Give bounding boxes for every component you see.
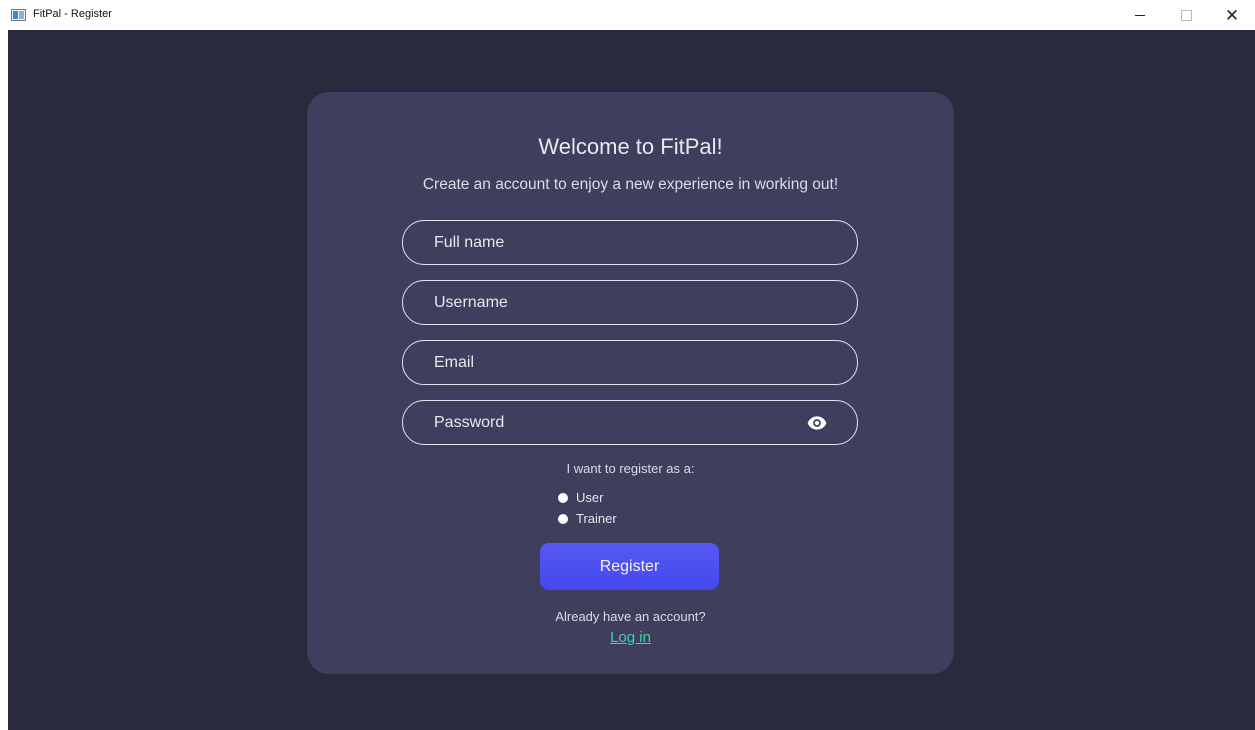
- eye-icon[interactable]: [807, 414, 827, 432]
- radio-dot[interactable]: [558, 513, 568, 524]
- role-label: I want to register as a:: [566, 461, 695, 476]
- minimize-icon: [1135, 14, 1145, 16]
- window-titlebar: FitPal - Register ✕: [0, 0, 1255, 30]
- minimize-button[interactable]: [1117, 0, 1163, 30]
- app-content: Welcome to FitPal! Create an account to …: [8, 30, 1255, 730]
- email-field-box: [402, 340, 858, 385]
- role-radio-trainer[interactable]: Trainer: [558, 511, 617, 526]
- full-name-field-box: [402, 220, 858, 265]
- window-controls: ✕: [1117, 0, 1255, 30]
- app-icon: [11, 9, 26, 21]
- maximize-button[interactable]: [1163, 0, 1209, 30]
- password-field-box: [402, 400, 858, 445]
- window-title: FitPal - Register: [33, 8, 112, 20]
- role-radio-user[interactable]: User: [558, 490, 603, 505]
- password-field[interactable]: [403, 401, 816, 444]
- radio-dot[interactable]: [558, 492, 568, 503]
- page-title: Welcome to FitPal!: [538, 134, 723, 159]
- login-link[interactable]: Log in: [307, 629, 954, 646]
- page-subtitle: Create an account to enjoy a new experie…: [422, 176, 839, 193]
- close-icon: ✕: [1224, 5, 1240, 25]
- login-prompt: Already have an account?: [555, 609, 706, 624]
- close-button[interactable]: ✕: [1209, 0, 1255, 30]
- register-button[interactable]: Register: [540, 543, 719, 590]
- register-card: Welcome to FitPal! Create an account to …: [307, 92, 954, 674]
- full-name-field[interactable]: [403, 221, 816, 264]
- role-radio-label: User: [576, 490, 604, 505]
- maximize-icon: [1180, 9, 1192, 21]
- username-field[interactable]: [403, 281, 816, 324]
- role-radio-label: Trainer: [576, 511, 617, 526]
- username-field-box: [402, 280, 858, 325]
- email-field[interactable]: [403, 341, 816, 384]
